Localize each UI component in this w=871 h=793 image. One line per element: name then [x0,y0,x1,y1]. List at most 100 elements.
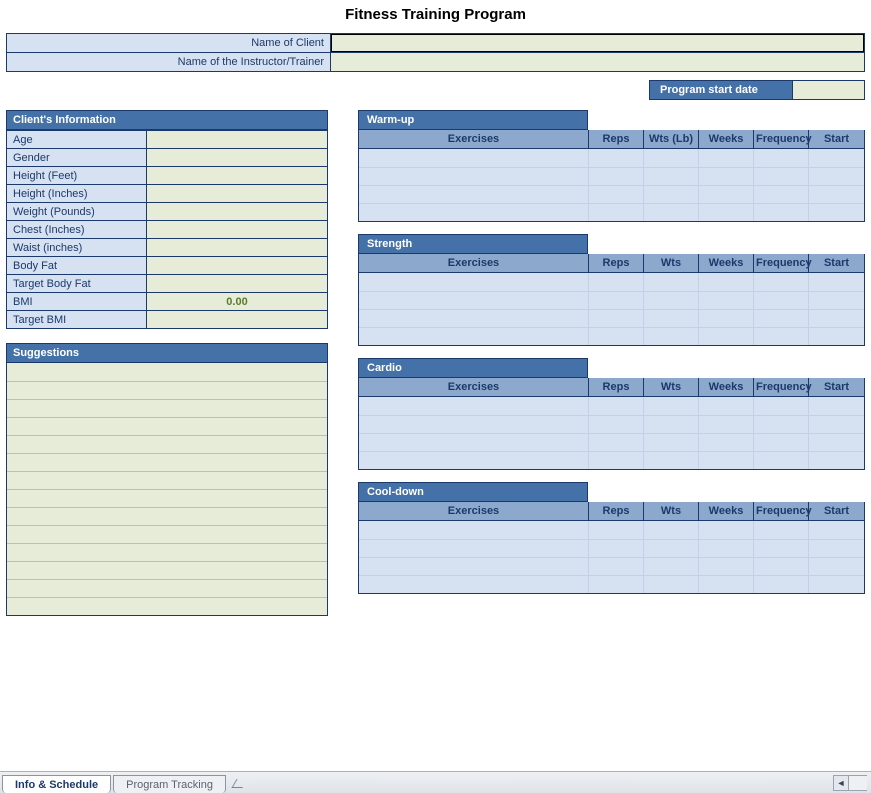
exercise-cell[interactable] [589,273,644,291]
exercise-cell[interactable] [754,416,809,433]
exercise-cell[interactable] [359,576,589,593]
suggestion-row[interactable] [7,525,327,543]
suggestion-row[interactable] [7,363,327,381]
exercise-cell[interactable] [699,149,754,167]
exercise-cell[interactable] [359,186,589,203]
exercise-cell[interactable] [809,168,864,185]
exercise-cell[interactable] [809,186,864,203]
exercise-cell[interactable] [754,168,809,185]
client-info-value[interactable] [147,131,328,149]
exercise-cell[interactable] [699,540,754,557]
client-info-value[interactable] [147,311,328,329]
exercise-cell[interactable] [644,273,699,291]
exercise-cell[interactable] [589,310,644,327]
exercise-cell[interactable] [809,416,864,433]
exercise-cell[interactable] [754,273,809,291]
client-info-value[interactable] [147,167,328,185]
tab-program-tracking[interactable]: Program Tracking [113,775,226,793]
exercise-cell[interactable] [359,168,589,185]
exercise-cell[interactable] [589,328,644,345]
client-info-value[interactable] [147,221,328,239]
exercise-cell[interactable] [359,292,589,309]
exercise-cell[interactable] [699,204,754,221]
exercise-cell[interactable] [809,397,864,415]
exercise-cell[interactable] [589,434,644,451]
suggestion-row[interactable] [7,399,327,417]
exercise-cell[interactable] [589,416,644,433]
client-info-value[interactable]: 0.00 [147,293,328,311]
exercise-cell[interactable] [754,434,809,451]
exercise-cell[interactable] [359,273,589,291]
exercise-cell[interactable] [359,434,589,451]
exercise-cell[interactable] [754,540,809,557]
exercise-cell[interactable] [589,576,644,593]
exercise-cell[interactable] [809,328,864,345]
exercise-cell[interactable] [699,310,754,327]
exercise-cell[interactable] [809,576,864,593]
exercise-cell[interactable] [754,452,809,469]
exercise-cell[interactable] [644,521,699,539]
exercise-cell[interactable] [699,292,754,309]
suggestion-row[interactable] [7,489,327,507]
exercise-cell[interactable] [699,273,754,291]
exercise-cell[interactable] [359,452,589,469]
exercise-cell[interactable] [754,328,809,345]
exercise-cell[interactable] [644,397,699,415]
tab-info-schedule[interactable]: Info & Schedule [2,775,111,793]
exercise-cell[interactable] [644,149,699,167]
exercise-cell[interactable] [699,397,754,415]
exercise-cell[interactable] [359,397,589,415]
client-info-value[interactable] [147,257,328,275]
suggestion-row[interactable] [7,579,327,597]
client-name-input[interactable] [331,34,864,52]
exercise-cell[interactable] [754,576,809,593]
exercise-cell[interactable] [644,558,699,575]
exercise-cell[interactable] [359,540,589,557]
exercise-cell[interactable] [589,204,644,221]
exercise-cell[interactable] [644,186,699,203]
exercise-cell[interactable] [589,452,644,469]
client-info-value[interactable] [147,149,328,167]
exercise-cell[interactable] [589,168,644,185]
exercise-cell[interactable] [644,416,699,433]
suggestion-row[interactable] [7,435,327,453]
exercise-cell[interactable] [359,310,589,327]
exercise-cell[interactable] [754,558,809,575]
exercise-cell[interactable] [359,328,589,345]
suggestion-row[interactable] [7,597,327,615]
client-info-value[interactable] [147,275,328,293]
exercise-cell[interactable] [644,328,699,345]
exercise-cell[interactable] [699,186,754,203]
exercise-cell[interactable] [644,434,699,451]
exercise-cell[interactable] [589,558,644,575]
exercise-cell[interactable] [754,292,809,309]
exercise-cell[interactable] [644,310,699,327]
exercise-cell[interactable] [699,558,754,575]
suggestion-row[interactable] [7,471,327,489]
exercise-cell[interactable] [644,576,699,593]
exercise-cell[interactable] [809,204,864,221]
exercise-cell[interactable] [809,434,864,451]
exercise-cell[interactable] [699,434,754,451]
exercise-cell[interactable] [644,540,699,557]
exercise-cell[interactable] [754,521,809,539]
suggestion-row[interactable] [7,561,327,579]
exercise-cell[interactable] [589,540,644,557]
exercise-cell[interactable] [644,292,699,309]
exercise-cell[interactable] [359,204,589,221]
exercise-cell[interactable] [754,397,809,415]
exercise-cell[interactable] [589,149,644,167]
exercise-cell[interactable] [644,204,699,221]
exercise-cell[interactable] [589,397,644,415]
exercise-cell[interactable] [359,149,589,167]
suggestion-row[interactable] [7,381,327,399]
exercise-cell[interactable] [359,521,589,539]
exercise-cell[interactable] [699,576,754,593]
client-info-value[interactable] [147,203,328,221]
suggestion-row[interactable] [7,453,327,471]
exercise-cell[interactable] [809,310,864,327]
exercise-cell[interactable] [809,558,864,575]
exercise-cell[interactable] [754,186,809,203]
exercise-cell[interactable] [359,416,589,433]
exercise-cell[interactable] [809,521,864,539]
